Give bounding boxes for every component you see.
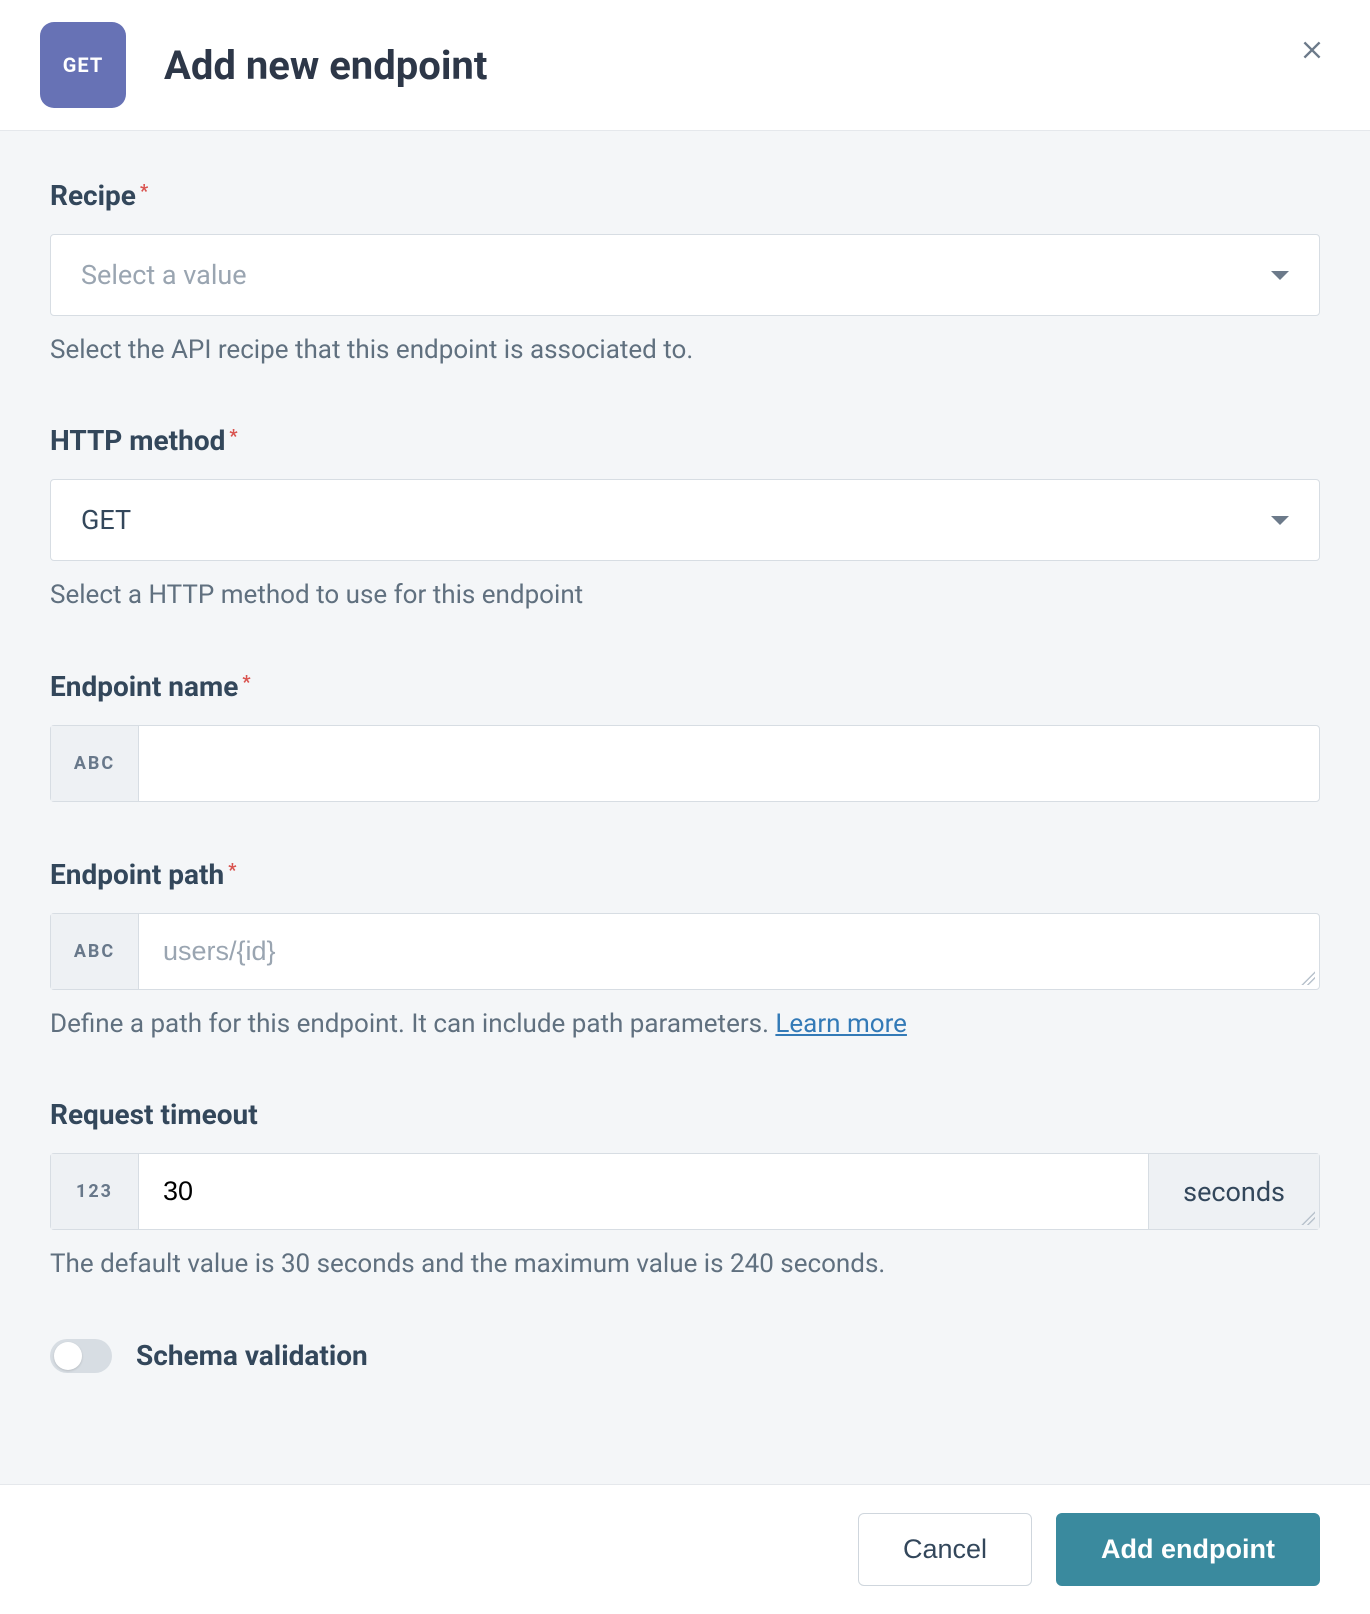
required-indicator: * [229,426,237,447]
endpoint-path-input-group: ABC [50,913,1320,990]
close-button[interactable] [1298,36,1326,64]
learn-more-link[interactable]: Learn more [775,1009,907,1039]
text-type-icon: ABC [51,914,139,989]
text-type-icon: ABC [51,726,139,801]
add-endpoint-button[interactable]: Add endpoint [1056,1513,1320,1586]
request-timeout-input[interactable] [139,1154,1148,1229]
request-timeout-unit: seconds [1148,1154,1319,1229]
number-type-icon: 123 [51,1154,139,1229]
schema-validation-toggle[interactable] [50,1339,112,1373]
request-timeout-label: Request timeout [50,1098,1320,1131]
http-method-label: HTTP method* [50,424,1320,457]
field-request-timeout: Request timeout 123 seconds The default … [50,1098,1320,1282]
field-http-method: HTTP method* GET Select a HTTP method to… [50,424,1320,613]
required-indicator: * [140,181,148,202]
field-recipe: Recipe* Select a value Select the API re… [50,179,1320,368]
endpoint-path-label: Endpoint path* [50,858,1320,891]
endpoint-name-label: Endpoint name* [50,670,1320,703]
endpoint-path-input[interactable] [139,914,1319,989]
endpoint-name-label-text: Endpoint name [50,670,238,703]
endpoint-path-help: Define a path for this endpoint. It can … [50,1006,1320,1042]
recipe-label: Recipe* [50,179,1320,212]
required-indicator: * [242,672,250,693]
chevron-down-icon [1271,271,1289,280]
http-method-help: Select a HTTP method to use for this end… [50,577,1320,613]
field-endpoint-name: Endpoint name* ABC [50,670,1320,802]
http-method-select[interactable]: GET [50,479,1320,561]
recipe-select[interactable]: Select a value [50,234,1320,316]
dialog-title: Add new endpoint [164,42,487,89]
http-method-badge: GET [40,22,126,108]
endpoint-path-label-text: Endpoint path [50,858,224,891]
dialog-body: Recipe* Select a value Select the API re… [0,131,1370,1484]
recipe-help: Select the API recipe that this endpoint… [50,332,1320,368]
field-schema-validation: Schema validation [50,1339,1320,1373]
recipe-select-placeholder: Select a value [81,259,247,291]
request-timeout-help: The default value is 30 seconds and the … [50,1246,1320,1282]
endpoint-path-help-text: Define a path for this endpoint. It can … [50,1009,775,1039]
chevron-down-icon [1271,516,1289,525]
endpoint-name-input-group: ABC [50,725,1320,802]
schema-validation-label: Schema validation [136,1339,368,1372]
required-indicator: * [228,860,236,881]
request-timeout-input-group: 123 seconds [50,1153,1320,1230]
http-method-value: GET [81,504,131,536]
endpoint-name-input[interactable] [139,726,1319,801]
field-endpoint-path: Endpoint path* ABC Define a path for thi… [50,858,1320,1042]
http-method-label-text: HTTP method [50,424,225,457]
close-icon [1299,37,1325,63]
dialog-footer: Cancel Add endpoint [0,1484,1370,1614]
recipe-label-text: Recipe [50,179,136,212]
cancel-button[interactable]: Cancel [858,1513,1032,1586]
dialog-header: GET Add new endpoint [0,0,1370,131]
